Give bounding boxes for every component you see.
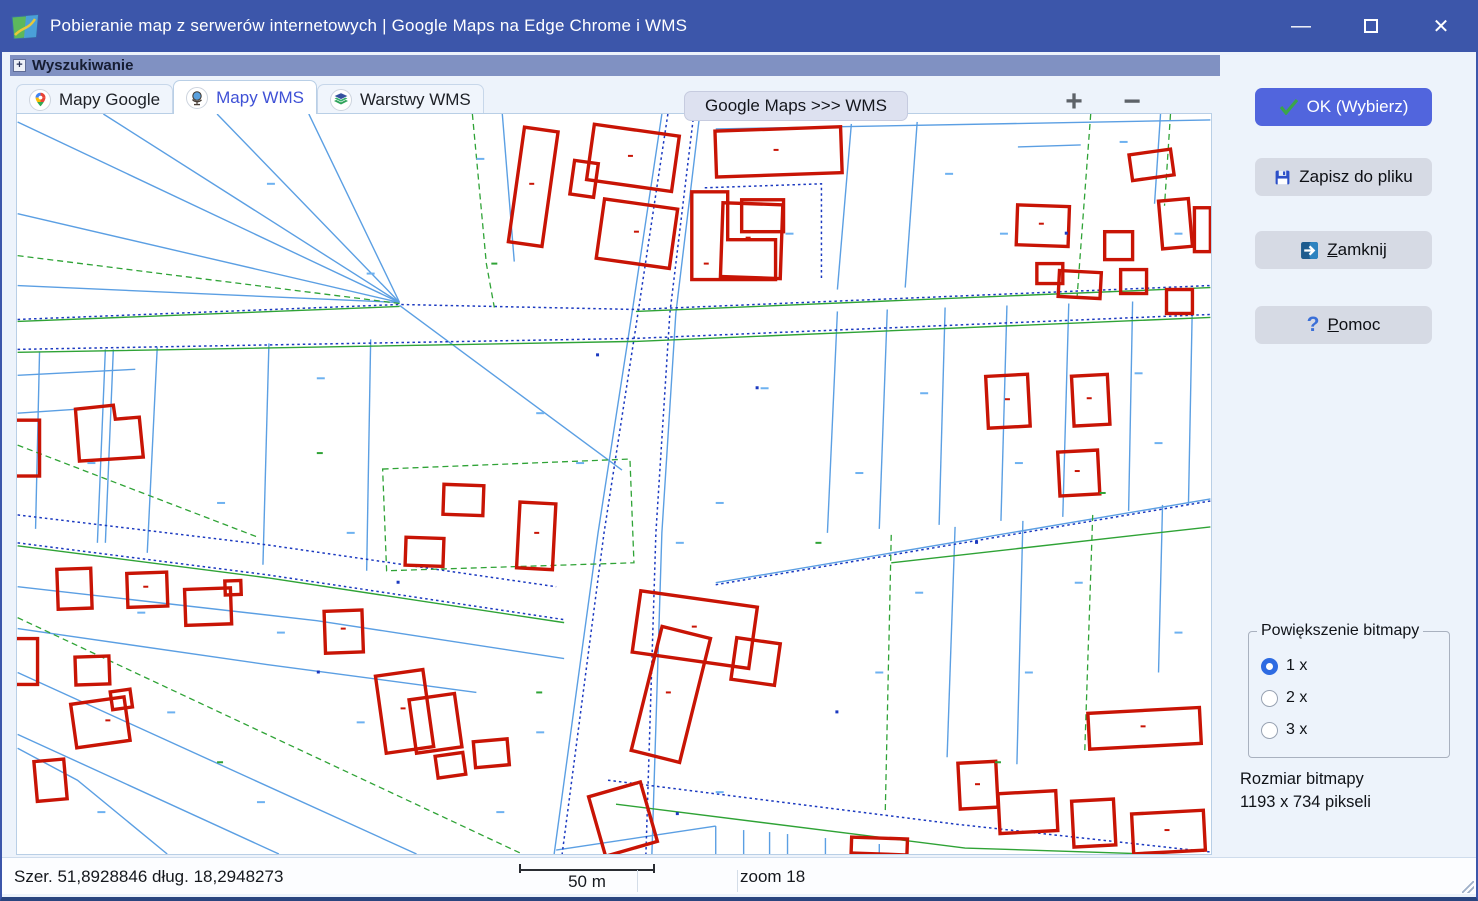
map-buildings <box>17 124 1210 854</box>
bitmap-size-value: 1193 x 734 pikseli <box>1240 791 1371 814</box>
save-to-file-button[interactable]: Zapisz do pliku <box>1255 158 1432 196</box>
close-icon: ✕ <box>1433 14 1450 39</box>
map-green-ticks <box>217 264 1106 763</box>
question-icon: ? <box>1307 313 1320 337</box>
zoom-level-readout: zoom 18 <box>740 867 805 887</box>
tab-label: Warstwy WMS <box>360 90 471 110</box>
app-window: Pobieranie map z serwerów internetowych … <box>0 0 1478 901</box>
resize-grip[interactable] <box>1462 881 1474 893</box>
tab-bar: Mapy Google Mapy WMS Warstwy WMS <box>16 80 484 114</box>
window-title: Pobieranie map z serwerów internetowych … <box>50 16 687 36</box>
check-icon <box>1279 99 1299 115</box>
tab-warstwy-wms[interactable]: Warstwy WMS <box>317 84 484 114</box>
scale-bar <box>519 869 655 871</box>
save-button-label: Zapisz do pliku <box>1299 167 1412 187</box>
google-maps-pin-icon <box>29 89 51 111</box>
globe-icon <box>186 87 208 109</box>
ok-button-label: OK (Wybierz) <box>1307 97 1409 117</box>
map-parcel-lines <box>18 114 1211 854</box>
minimize-icon: — <box>1291 15 1311 38</box>
bitmap-size-info: Rozmiar bitmapy 1193 x 734 pikseli <box>1240 768 1371 814</box>
window-controls: — ✕ <box>1266 0 1476 52</box>
search-panel-header[interactable]: + Wyszukiwanie <box>10 55 1220 76</box>
map-utility-lines-dashed <box>18 114 1171 854</box>
bitmap-size-label: Rozmiar bitmapy <box>1240 768 1371 791</box>
tab-label: Mapy WMS <box>216 88 304 108</box>
close-button-label: Zamknij <box>1327 240 1387 260</box>
scale-label: 50 m <box>519 872 655 892</box>
maximize-button[interactable] <box>1336 0 1406 52</box>
map-boundary-lines <box>18 114 1211 854</box>
tab-mapy-wms[interactable]: Mapy WMS <box>173 80 317 114</box>
expand-plus-icon[interactable]: + <box>13 59 26 72</box>
search-panel-label: Wyszukiwanie <box>32 57 133 74</box>
exit-arrow-icon <box>1300 241 1319 260</box>
coordinates-readout: Szer. 51,8928846 dług. 18,2948273 <box>14 867 283 887</box>
layers-icon <box>330 89 352 111</box>
bitmap-zoom-group: Powiększenie bitmapy 1 x 2 x 3 x <box>1248 622 1450 758</box>
map-zoom-out-button[interactable]: − <box>1110 86 1154 118</box>
floppy-icon <box>1274 169 1291 186</box>
radio-2x[interactable]: 2 x <box>1261 688 1449 708</box>
transfer-mode-chip[interactable]: Google Maps >>> WMS <box>684 91 908 121</box>
close-window-button[interactable]: ✕ <box>1406 0 1476 52</box>
maximize-icon <box>1364 19 1378 33</box>
close-button[interactable]: Zamknij <box>1255 231 1432 269</box>
status-bar: Szer. 51,8928846 dług. 18,2948273 50 m z… <box>2 857 1476 894</box>
tab-mapy-google[interactable]: Mapy Google <box>16 84 173 114</box>
wms-map-viewport[interactable] <box>16 113 1212 855</box>
radio-3x[interactable]: 3 x <box>1261 720 1449 740</box>
bitmap-zoom-group-title: Powiększenie bitmapy <box>1257 622 1423 640</box>
radio-selected-icon[interactable] <box>1261 658 1278 675</box>
help-button-label: Pomoc <box>1327 315 1380 335</box>
map-zoom-in-button[interactable]: + <box>1052 86 1096 118</box>
wms-map-canvas <box>17 114 1211 854</box>
minimize-button[interactable]: — <box>1266 0 1336 52</box>
status-divider <box>637 870 638 892</box>
tab-label: Mapy Google <box>59 90 160 110</box>
radio-icon[interactable] <box>1261 722 1278 739</box>
radio-1x[interactable]: 1 x <box>1261 656 1449 676</box>
status-divider <box>737 870 738 892</box>
help-button[interactable]: ? Pomoc <box>1255 306 1432 344</box>
title-bar: Pobieranie map z serwerów internetowych … <box>2 0 1476 52</box>
ok-button[interactable]: OK (Wybierz) <box>1255 88 1432 126</box>
app-map-icon <box>10 13 40 39</box>
radio-icon[interactable] <box>1261 690 1278 707</box>
map-utility-lines <box>18 288 1211 854</box>
